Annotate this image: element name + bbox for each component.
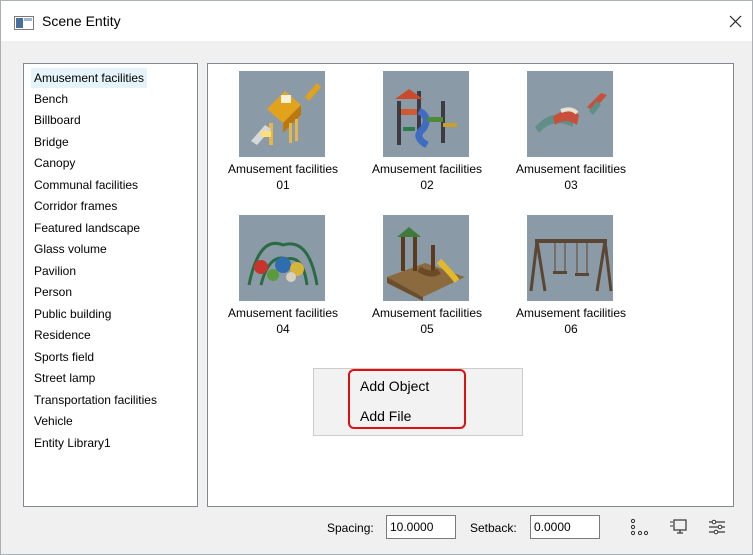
- scene-entity-dialog: Scene Entity Amusement facilities Bench …: [0, 0, 753, 555]
- category-item-billboard[interactable]: Billboard: [31, 110, 84, 130]
- category-item-communal-facilities[interactable]: Communal facilities: [31, 175, 141, 195]
- category-item-sports-field[interactable]: Sports field: [31, 347, 97, 367]
- entity-label: Amusement facilities 01: [227, 162, 339, 192]
- entity-tile[interactable]: Amusement facilities 04: [211, 211, 355, 336]
- category-item-entity-library1[interactable]: Entity Library1: [31, 433, 114, 453]
- spacing-input[interactable]: 10.0000: [386, 515, 456, 539]
- entity-label: Amusement facilities 06: [515, 306, 627, 336]
- category-item-corridor-frames[interactable]: Corridor frames: [31, 196, 120, 216]
- close-button[interactable]: [718, 1, 752, 41]
- entity-thumbnail: [383, 71, 469, 157]
- entity-grid[interactable]: Amusement facilities 01 Amusement facili…: [207, 63, 734, 507]
- setback-input[interactable]: 0.0000: [530, 515, 600, 539]
- category-item-street-lamp[interactable]: Street lamp: [31, 368, 98, 388]
- entity-thumbnail: [239, 71, 325, 157]
- sliders-icon[interactable]: [707, 517, 727, 537]
- category-item-canopy[interactable]: Canopy: [31, 153, 78, 173]
- category-item-transportation-facilities[interactable]: Transportation facilities: [31, 390, 160, 410]
- title-bar: Scene Entity: [1, 1, 752, 41]
- entity-label: Amusement facilities 05: [371, 306, 483, 336]
- entity-tile[interactable]: Amusement facilities 06: [499, 211, 643, 336]
- category-item-bench[interactable]: Bench: [31, 89, 71, 109]
- node-list-icon[interactable]: [629, 517, 649, 537]
- setback-label: Setback:: [470, 521, 517, 535]
- entity-thumbnail: [527, 71, 613, 157]
- entity-thumbnail: [383, 215, 469, 301]
- entity-label: Amusement facilities 04: [227, 306, 339, 336]
- entity-tile[interactable]: Amusement facilities 01: [211, 67, 355, 192]
- category-item-vehicle[interactable]: Vehicle: [31, 411, 76, 431]
- category-item-residence[interactable]: Residence: [31, 325, 94, 345]
- category-item-glass-volume[interactable]: Glass volume: [31, 239, 110, 259]
- annotation-highlight: [348, 369, 466, 429]
- window-icon: [14, 16, 34, 30]
- spacing-label: Spacing:: [327, 521, 374, 535]
- category-item-pavilion[interactable]: Pavilion: [31, 261, 79, 281]
- category-list[interactable]: Amusement facilities Bench Billboard Bri…: [23, 63, 198, 507]
- category-item-bridge[interactable]: Bridge: [31, 132, 72, 152]
- display-settings-icon[interactable]: [669, 517, 689, 537]
- entity-label: Amusement facilities 02: [371, 162, 483, 192]
- entity-tile[interactable]: Amusement facilities 02: [355, 67, 499, 192]
- entity-tile[interactable]: Amusement facilities 05: [355, 211, 499, 336]
- window-title: Scene Entity: [42, 13, 121, 29]
- close-icon: [729, 15, 741, 27]
- category-item-person[interactable]: Person: [31, 282, 75, 302]
- entity-thumbnail: [527, 215, 613, 301]
- category-item-amusement-facilities[interactable]: Amusement facilities: [31, 68, 148, 88]
- entity-thumbnail: [239, 215, 325, 301]
- entity-tile[interactable]: Amusement facilities 03: [499, 67, 643, 192]
- category-item-public-building[interactable]: Public building: [31, 304, 114, 324]
- entity-label: Amusement facilities 03: [515, 162, 627, 192]
- category-item-featured-landscape[interactable]: Featured landscape: [31, 218, 143, 238]
